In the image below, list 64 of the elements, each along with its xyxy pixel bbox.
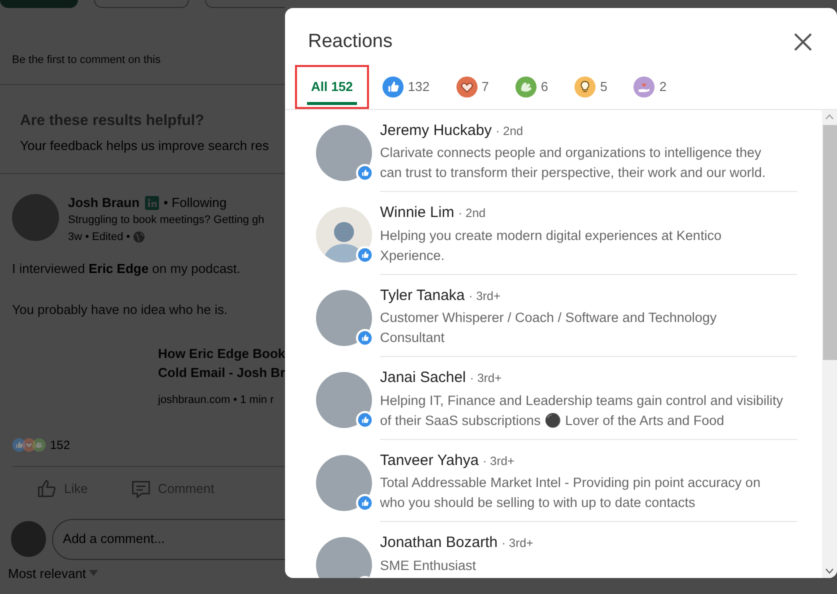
like-reaction-icon	[358, 496, 372, 510]
person-headline: SME Enthusiast	[380, 556, 478, 574]
reaction-tab[interactable]: 2	[620, 64, 680, 108]
reaction-tab[interactable]: 5	[561, 64, 620, 108]
scrollbar[interactable]	[822, 110, 837, 578]
comment-prompt: Be the first to comment on this	[12, 52, 161, 68]
person-headline: Total Addressable Market Intel - Providing pin point accuracy on who you should be selling to with up to date contacts	[380, 474, 762, 512]
person-headline: Helping you create modern digital experiences at Kentico Xperience.	[380, 226, 722, 265]
filter-pill[interactable]	[205, 0, 285, 8]
scroll-up-icon[interactable]	[825, 112, 834, 120]
like-reaction-icon	[358, 413, 372, 427]
connection-degree: · 3rd+	[468, 288, 500, 304]
dialog-title: Reactions	[308, 30, 392, 54]
person-name[interactable]: Tanveer Yahya	[380, 450, 479, 472]
author-headline: Struggling to book meetings? Getting gh	[68, 213, 264, 228]
close-icon	[794, 33, 812, 51]
feedback-text: Your feedback helps us improve search res	[20, 136, 270, 155]
post-text: I interviewed Eric Edge on my podcast.	[12, 260, 242, 278]
article-source: joshbraun.com • 1 min r	[158, 393, 275, 408]
like-reaction-icon	[358, 248, 372, 262]
insightful-reaction-icon	[574, 76, 596, 98]
person-headline: Helping IT, Finance and Leadership teams gain control and visibility of their SaaS subscriptions ⚫ Lover of the Arts and Food	[380, 392, 783, 430]
person-name[interactable]: Winnie Lim	[380, 202, 454, 224]
like-reaction-icon	[382, 76, 404, 98]
thumbs-up-icon	[36, 478, 58, 500]
connection-degree: · 3rd+	[482, 452, 514, 470]
caret-icon	[89, 570, 98, 576]
tab-underline	[307, 102, 357, 104]
post-meta: 3w • Edited •	[68, 230, 130, 244]
scrollbar-thumb[interactable]	[822, 124, 836, 360]
linkedin-icon	[144, 196, 159, 210]
following-label: • Following	[164, 194, 227, 212]
connection-degree: · 2nd	[458, 205, 486, 222]
love-reaction-icon	[22, 438, 36, 452]
person-name[interactable]: Jonathan Bozarth	[380, 532, 498, 554]
love-reaction-icon	[456, 76, 478, 98]
reaction-tab[interactable]: 7	[442, 64, 502, 108]
avatar-photo-placeholder	[11, 521, 46, 557]
like-reaction-icon	[12, 438, 26, 452]
like-reaction-icon	[358, 330, 372, 344]
person-name[interactable]: Janai Sachel	[380, 367, 466, 390]
like-reaction-icon	[358, 166, 372, 180]
connection-degree: · 2nd	[496, 122, 524, 140]
speech-bubble-icon	[130, 478, 152, 498]
filter-pill[interactable]	[94, 0, 189, 8]
person-name[interactable]: Tyler Tanaka	[380, 284, 465, 307]
person-headline: Customer Whisperer / Coach / Software and Technology Consultant	[380, 309, 718, 347]
support-reaction-icon	[633, 76, 656, 98]
reaction-tab[interactable]: 132	[368, 64, 443, 108]
celebrate-reaction-icon	[514, 76, 537, 98]
avatar-photo-placeholder[interactable]	[12, 194, 59, 241]
globe-icon	[133, 230, 146, 243]
celebrate-reaction-icon	[32, 438, 46, 452]
filter-pill[interactable]	[0, 0, 78, 8]
post-text: You probably have no idea who he is.	[12, 300, 229, 319]
avatar-silhouette[interactable]	[316, 207, 372, 263]
reaction-tab[interactable]: 6	[502, 64, 562, 108]
person-headline: Clarivate connects people and organizations to intelligence they can trust to transform their perspective, their work and our world.	[380, 144, 767, 182]
scroll-down-icon[interactable]	[825, 567, 834, 575]
avatar-photo-placeholder[interactable]	[316, 537, 372, 578]
connection-degree: · 3rd+	[502, 535, 534, 552]
reaction-tab[interactable]: All 152	[295, 64, 369, 108]
connection-degree: · 3rd+	[470, 370, 502, 387]
person-name[interactable]: Jeremy Huckaby	[380, 120, 492, 142]
